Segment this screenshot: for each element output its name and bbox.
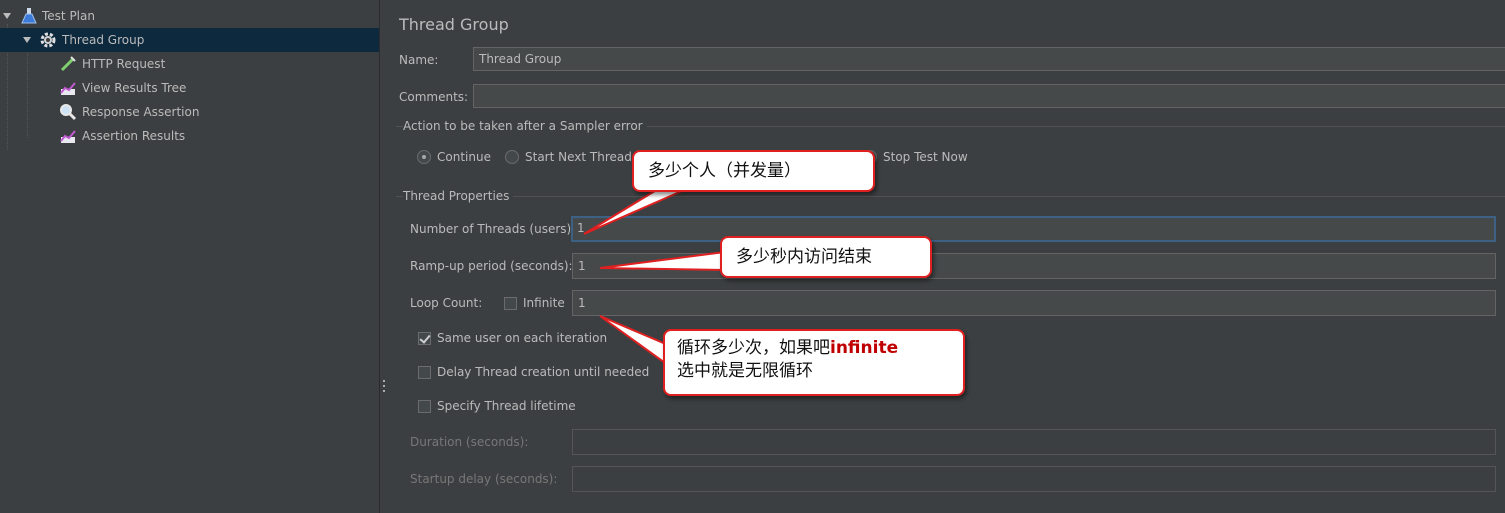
pipette-icon <box>60 56 76 72</box>
infinite-emphasis-text: infinite <box>830 338 899 358</box>
tree-item-label: Assertion Results <box>82 129 186 143</box>
rampup-annotation-text: 多少秒内访问结束 <box>736 247 872 267</box>
section-divider <box>396 196 1505 197</box>
loop-count-field[interactable]: 1 <box>572 290 1496 316</box>
comments-field[interactable] <box>473 84 1505 108</box>
test-plan-tree: Test Plan Thread Group HTTP Request View… <box>0 0 380 513</box>
tree-item-response-assertion[interactable]: Response Assertion <box>0 100 379 124</box>
thread-group-panel: Thread Group Name: Thread Group Comments… <box>388 0 1505 513</box>
expand-arrow-icon[interactable] <box>3 13 11 19</box>
delay-creation-label[interactable]: Delay Thread creation until needed <box>437 365 649 379</box>
start-next-loop-label[interactable]: Start Next Thread Lo <box>525 150 650 164</box>
comments-label: Comments: <box>399 90 469 104</box>
infinite-label[interactable]: Infinite <box>523 296 565 310</box>
tree-item-label: Response Assertion <box>82 105 200 119</box>
startup-delay-label: Startup delay (seconds): <box>410 472 558 486</box>
threads-field[interactable]: 1 <box>571 216 1496 242</box>
same-user-label[interactable]: Same user on each iteration <box>437 331 607 345</box>
delay-creation-checkbox[interactable] <box>418 366 431 379</box>
chart-icon <box>60 130 76 143</box>
flask-icon <box>21 8 37 24</box>
loop-count-label: Loop Count: <box>410 296 483 310</box>
duration-field <box>572 429 1496 455</box>
thread-lifetime-checkbox[interactable] <box>418 400 431 413</box>
splitter-grip-dot <box>383 385 385 387</box>
tree-item-assertion-results[interactable]: Assertion Results <box>0 124 379 148</box>
thread-lifetime-label[interactable]: Specify Thread lifetime <box>437 399 576 413</box>
chart-icon <box>60 82 76 95</box>
splitter-grip-dot <box>383 390 385 392</box>
tree-item-http-request[interactable]: HTTP Request <box>0 52 379 76</box>
loop-annotation-text: 循环多少次，如果吧 <box>677 338 830 358</box>
start-next-loop-radio[interactable] <box>505 150 519 164</box>
infinite-checkbox[interactable] <box>504 297 517 310</box>
tree-item-label: View Results Tree <box>82 81 187 95</box>
stop-test-now-label[interactable]: Stop Test Now <box>883 150 968 164</box>
startup-delay-field <box>572 466 1496 492</box>
continue-label[interactable]: Continue <box>437 150 491 164</box>
panel-title: Thread Group <box>399 15 509 34</box>
same-user-checkbox[interactable] <box>418 332 431 345</box>
loop-annotation-text-line2: 选中就是无限循环 <box>677 361 813 381</box>
name-label: Name: <box>399 53 439 67</box>
rampup-field[interactable]: 1 <box>572 253 1496 279</box>
tree-item-label: HTTP Request <box>82 57 166 71</box>
tree-item-label: Test Plan <box>42 9 95 23</box>
rampup-label: Ramp-up period (seconds): <box>410 259 573 273</box>
threads-annotation: 多少个人（并发量） <box>632 150 875 192</box>
tree-item-view-results-tree[interactable]: View Results Tree <box>0 76 379 100</box>
gear-icon <box>40 32 56 48</box>
duration-label: Duration (seconds): <box>410 435 529 449</box>
threads-annotation-text: 多少个人（并发量） <box>648 161 801 181</box>
splitter-grip-dot <box>383 380 385 382</box>
loop-annotation: 循环多少次，如果吧infinite 选中就是无限循环 <box>663 329 965 396</box>
magnifier-icon <box>60 104 77 121</box>
tree-item-thread-group[interactable]: Thread Group <box>0 28 379 52</box>
tree-item-label: Thread Group <box>62 33 145 47</box>
tree-item-test-plan[interactable]: Test Plan <box>0 4 379 28</box>
expand-arrow-icon[interactable] <box>23 37 31 43</box>
thread-properties-section-title: Thread Properties <box>403 189 514 203</box>
sampler-error-section-title: Action to be taken after a Sampler error <box>403 119 647 133</box>
rampup-annotation: 多少秒内访问结束 <box>720 236 932 278</box>
threads-label: Number of Threads (users): <box>410 222 576 236</box>
panel-splitter[interactable] <box>380 0 388 513</box>
continue-radio[interactable] <box>417 150 431 164</box>
name-field[interactable]: Thread Group <box>473 47 1505 71</box>
